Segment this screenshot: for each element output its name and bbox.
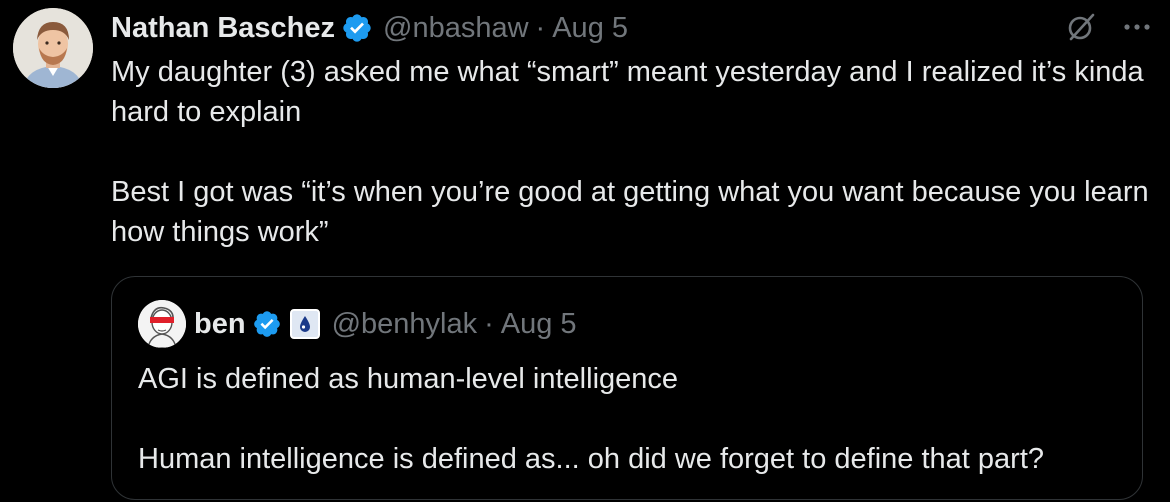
tweet-date[interactable]: Aug 5 xyxy=(552,12,628,45)
quoted-tweet-date: Aug 5 xyxy=(500,307,577,340)
avatar-photo-icon xyxy=(13,8,93,88)
quoted-author-handle: @benhylak xyxy=(331,307,478,340)
quoted-tweet-paragraph: AGI is defined as human-level intelligen… xyxy=(138,363,679,395)
author-avatar[interactable] xyxy=(13,8,93,88)
tweet-text-paragraph: My daughter (3) asked me what “smart” me… xyxy=(111,56,1144,128)
header-separator: · xyxy=(535,11,546,44)
grok-slash-icon[interactable] xyxy=(1064,10,1098,44)
quoted-author-avatar[interactable] xyxy=(138,300,186,348)
tweet[interactable]: Nathan Baschez @nbashaw · Aug 5 My daugh… xyxy=(0,0,1170,502)
company-badge-icon xyxy=(289,309,320,339)
author-display-name[interactable]: Nathan Baschez xyxy=(111,12,335,45)
more-dots-icon[interactable] xyxy=(1120,10,1154,44)
quoted-tweet-paragraph: Human intelligence is defined as... oh d… xyxy=(138,443,1045,475)
verified-badge-icon[interactable] xyxy=(341,12,373,44)
tweet-text: My daughter (3) asked me what “smart” me… xyxy=(111,52,1151,252)
tweet-top-actions xyxy=(1064,10,1154,44)
quoted-tweet-header: ben @benhylak · Aug 5 xyxy=(138,299,577,349)
quoted-verified-badge-icon xyxy=(252,309,282,339)
quoted-tweet-text: AGI is defined as human-level intelligen… xyxy=(138,359,1128,479)
tweet-text-paragraph: Best I got was “it’s when you’re good at… xyxy=(111,176,1149,248)
author-handle[interactable]: @nbashaw xyxy=(383,12,529,45)
quoted-author-display-name: ben xyxy=(194,307,246,340)
tweet-header: Nathan Baschez @nbashaw · Aug 5 xyxy=(111,8,628,48)
quoted-header-separator: · xyxy=(484,307,494,340)
quoted-tweet-card[interactable]: ben @benhylak · Aug 5 AGI is defined as … xyxy=(111,276,1143,500)
quoted-avatar-sketch-icon xyxy=(138,300,186,348)
